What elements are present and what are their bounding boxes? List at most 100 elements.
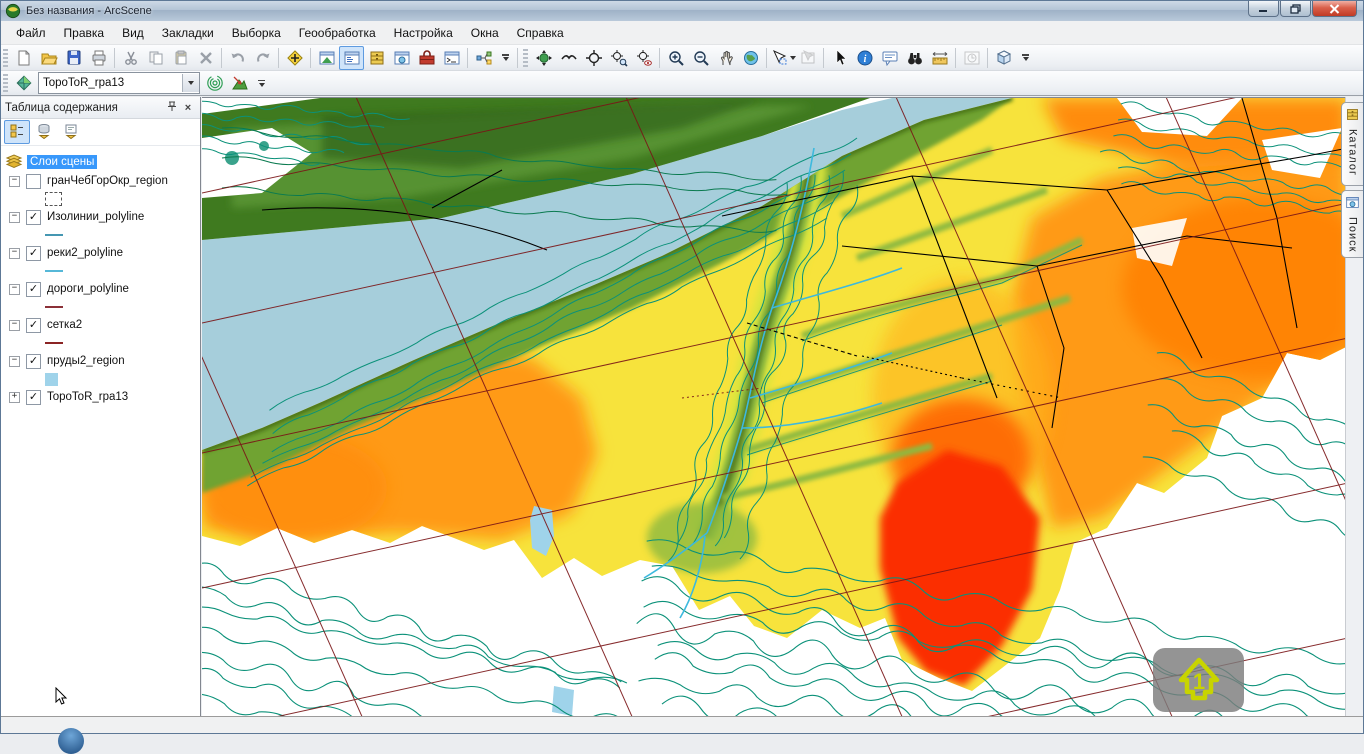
toolbar-overflow-button[interactable] [1018, 52, 1032, 63]
print-button[interactable] [86, 46, 111, 70]
layer-symbol[interactable] [45, 270, 63, 272]
modelbuilder-button[interactable] [471, 46, 496, 70]
search-window-button[interactable] [389, 46, 414, 70]
layer-checkbox[interactable]: ✓ [26, 354, 41, 369]
layer-checkbox[interactable]: ✓ [26, 318, 41, 333]
open-button[interactable] [36, 46, 61, 70]
layer-symbol[interactable] [45, 192, 62, 206]
cut-button[interactable] [118, 46, 143, 70]
layer-name[interactable]: TopoToR_rpa13 [47, 391, 128, 403]
scissors-icon [122, 49, 140, 67]
layer-symbol[interactable] [45, 342, 63, 344]
select-graphics-button[interactable] [770, 46, 795, 70]
scene-layers-root[interactable]: Слои сцены [1, 152, 200, 172]
copy-button[interactable] [143, 46, 168, 70]
layer-name[interactable]: реки2_polyline [47, 247, 123, 259]
center-on-target-button[interactable] [581, 46, 606, 70]
menu-customize[interactable]: Настройка [385, 23, 462, 43]
fly-button[interactable] [556, 46, 581, 70]
analyst-layer-dropdown[interactable]: TopoToR_rpa13 [38, 72, 200, 94]
pan-button[interactable] [713, 46, 738, 70]
navigate-button[interactable] [531, 46, 556, 70]
select-elements-button[interactable] [827, 46, 852, 70]
menu-view[interactable]: Вид [113, 23, 153, 43]
toolbar-overflow-button[interactable] [498, 52, 512, 63]
paste-button[interactable] [168, 46, 193, 70]
python-window-button[interactable] [439, 46, 464, 70]
zoom-in-button[interactable] [663, 46, 688, 70]
find-button[interactable] [902, 46, 927, 70]
window-title: Без названия - ArcScene [26, 5, 152, 17]
expander-icon[interactable]: − [9, 248, 20, 259]
catalog-window-button[interactable] [364, 46, 389, 70]
zoom-to-target-button[interactable] [606, 46, 631, 70]
toolbar-grip[interactable] [3, 49, 8, 67]
steepest-path-button[interactable] [227, 71, 252, 95]
arctoolbox-button[interactable] [414, 46, 439, 70]
animation-button[interactable] [959, 46, 984, 70]
list-by-source-button[interactable] [31, 120, 57, 144]
expander-icon[interactable]: + [9, 392, 20, 403]
pin-button[interactable] [164, 100, 180, 115]
navigate-globe-icon [535, 49, 553, 67]
expander-icon[interactable]: − [9, 356, 20, 367]
menu-help[interactable]: Справка [508, 23, 573, 43]
tab-catalog[interactable]: Каталог [1341, 102, 1363, 186]
toolbar-grip[interactable] [523, 49, 528, 67]
set-observer-button[interactable] [631, 46, 656, 70]
undo-button[interactable] [225, 46, 250, 70]
layer-name[interactable]: пруды2_region [47, 355, 125, 367]
layer-name[interactable]: дороги_polyline [47, 283, 129, 295]
measure-button[interactable] [927, 46, 952, 70]
menu-geoprocessing[interactable]: Геообработка [290, 23, 385, 43]
layer-symbol[interactable] [45, 306, 63, 308]
create-contour-button[interactable] [202, 71, 227, 95]
save-button[interactable] [61, 46, 86, 70]
layer-checkbox[interactable]: ✓ [26, 210, 41, 225]
scene-window-button[interactable] [314, 46, 339, 70]
layer-checkbox[interactable]: ✓ [26, 282, 41, 297]
menu-bookmarks[interactable]: Закладки [153, 23, 223, 43]
new-document-button[interactable] [11, 46, 36, 70]
toolbar-grip[interactable] [3, 74, 8, 92]
menu-windows[interactable]: Окна [462, 23, 508, 43]
analyst-cube-button[interactable] [991, 46, 1016, 70]
expander-icon[interactable]: − [9, 212, 20, 223]
scene-layers-label[interactable]: Слои сцены [27, 155, 97, 169]
list-by-visibility-button[interactable] [58, 120, 84, 144]
html-popup-button[interactable] [877, 46, 902, 70]
select-features-button[interactable] [795, 46, 820, 70]
menu-selection[interactable]: Выборка [223, 23, 290, 43]
layer-symbol[interactable] [45, 373, 58, 386]
layer-checkbox[interactable]: ✓ [26, 390, 41, 405]
delete-button[interactable] [193, 46, 218, 70]
dropdown-button[interactable] [182, 74, 199, 92]
expander-icon[interactable]: − [9, 284, 20, 295]
toolbar-overflow-button[interactable] [254, 78, 268, 89]
minimize-button[interactable] [1248, 1, 1279, 17]
layer-symbol[interactable] [45, 234, 63, 236]
layer-name[interactable]: Изолинии_polyline [47, 211, 144, 223]
layer-checkbox[interactable] [26, 174, 41, 189]
table-of-contents-button[interactable] [339, 46, 364, 70]
restore-button[interactable] [1280, 1, 1311, 17]
layer-name[interactable]: сетка2 [47, 319, 82, 331]
copy-icon [147, 49, 165, 67]
expander-icon[interactable]: − [9, 176, 20, 187]
close-panel-button[interactable]: × [180, 100, 196, 115]
list-by-drawing-order-button[interactable] [4, 120, 30, 144]
layer-checkbox[interactable]: ✓ [26, 246, 41, 261]
close-button[interactable] [1312, 1, 1357, 17]
redo-button[interactable] [250, 46, 275, 70]
layer-name[interactable]: гранЧебГорОкр_region [47, 175, 168, 187]
identify-button[interactable]: i [852, 46, 877, 70]
zoom-out-button[interactable] [688, 46, 713, 70]
home-overlay-button[interactable]: 1 [1153, 648, 1244, 712]
menu-file[interactable]: Файл [7, 23, 55, 43]
scene-viewport[interactable]: 1 [202, 97, 1348, 719]
tab-search[interactable]: Поиск [1341, 190, 1363, 258]
add-data-button[interactable] [282, 46, 307, 70]
full-extent-button[interactable] [738, 46, 763, 70]
menu-edit[interactable]: Правка [55, 23, 114, 43]
expander-icon[interactable]: − [9, 320, 20, 331]
